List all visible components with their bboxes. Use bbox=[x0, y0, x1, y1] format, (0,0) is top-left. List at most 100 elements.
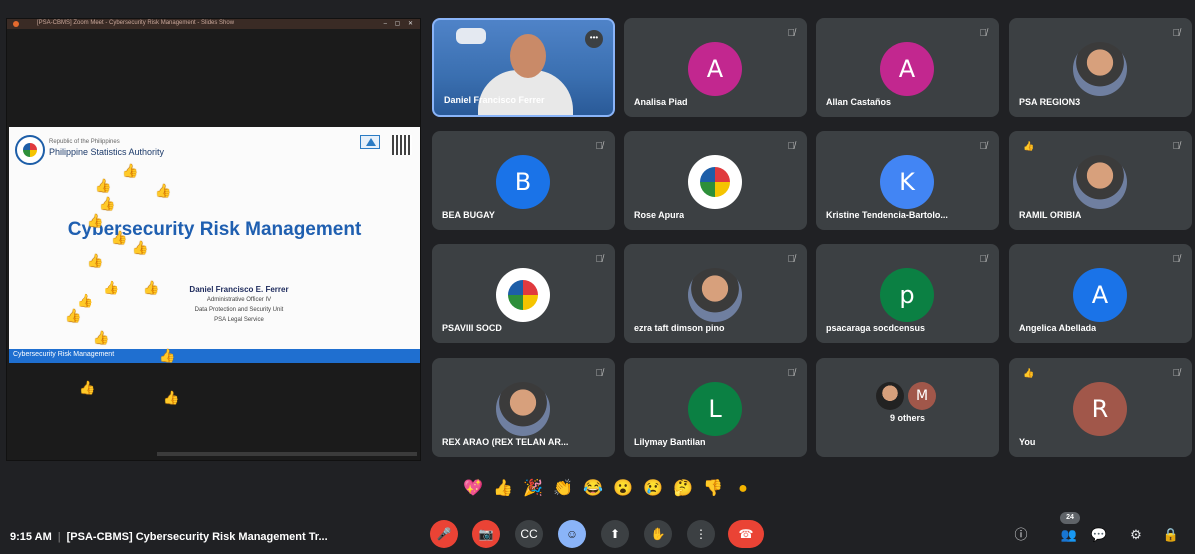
participant-tile[interactable]: p 🎙̸ psacaraga socdcensus bbox=[816, 244, 999, 343]
thumbs-up-reaction-icon: 👍 bbox=[111, 230, 128, 245]
participant-avatar: A bbox=[688, 42, 742, 96]
raised-hand-icon: 👍 bbox=[1023, 141, 1035, 151]
participant-tile[interactable]: R 🎙̸ 👍 You bbox=[1009, 358, 1192, 457]
tile-options-icon[interactable]: ••• bbox=[585, 30, 603, 48]
mic-off-icon: 🎙̸ bbox=[787, 254, 796, 265]
info-icon[interactable]: ⓘ bbox=[1010, 524, 1032, 546]
slide-footer: Cybersecurity Risk Management bbox=[9, 349, 420, 363]
participant-tile[interactable]: A 🎙̸ Allan Castaños bbox=[816, 18, 999, 117]
participant-tile[interactable]: A 🎙̸ Analisa Piad bbox=[624, 18, 807, 117]
end-call-icon[interactable]: ☎ bbox=[728, 520, 764, 548]
host-controls-icon[interactable]: 🔒 bbox=[1160, 524, 1182, 546]
presentation-window-bar: [PSA-CBMS] Zoom Meet - Cybersecurity Ris… bbox=[7, 19, 420, 29]
thumbs-up-reaction-icon: 👍 bbox=[99, 196, 116, 211]
captions-icon[interactable]: CC bbox=[515, 520, 543, 548]
participant-tile[interactable]: 🎙̸ REX ARAO (REX TELAN AR... bbox=[432, 358, 615, 457]
participant-tile[interactable]: 🎙̸ Rose Apura bbox=[624, 131, 807, 230]
reaction-emoji-icon[interactable]: 😮 bbox=[608, 477, 638, 501]
participant-name: Analisa Piad bbox=[634, 97, 688, 107]
participant-tile[interactable]: 🎙̸ PSA REGION3 bbox=[1009, 18, 1192, 117]
participant-tile[interactable]: 🎙̸ 👍 RAMIL ORIBIA bbox=[1009, 131, 1192, 230]
participant-name: Angelica Abellada bbox=[1019, 323, 1097, 333]
reaction-emoji-icon[interactable]: 👍 bbox=[488, 477, 518, 501]
slide-presenter: Daniel Francisco E. Ferrer bbox=[189, 285, 289, 294]
thumbs-up-reaction-icon: 👍 bbox=[159, 348, 176, 363]
thumbs-up-reaction-icon: 👍 bbox=[87, 253, 104, 268]
camera-off-icon[interactable]: 📷 bbox=[472, 520, 500, 548]
mic-off-icon: 🎙̸ bbox=[787, 368, 796, 379]
participant-name: Allan Castaños bbox=[826, 97, 892, 107]
thumbs-up-reaction-icon: 👍 bbox=[79, 380, 96, 395]
mic-off-icon: 🎙̸ bbox=[787, 141, 796, 152]
participant-name: 9 others bbox=[889, 413, 925, 423]
mic-off-icon: 🎙̸ bbox=[1172, 254, 1181, 265]
reaction-emoji-icon[interactable]: 👏 bbox=[548, 477, 578, 501]
participant-avatar: B bbox=[496, 155, 550, 209]
participant-tile[interactable]: A 🎙̸ Angelica Abellada bbox=[1009, 244, 1192, 343]
qr-code-icon bbox=[392, 135, 412, 155]
thumbs-up-reaction-icon: 👍 bbox=[155, 183, 172, 198]
slide-agency: Philippine Statistics Authority bbox=[49, 147, 165, 157]
participant-tile[interactable]: B 🎙̸ BEA BUGAY bbox=[432, 131, 615, 230]
participant-avatar: A bbox=[880, 42, 934, 96]
app-icon bbox=[13, 21, 19, 27]
participant-tile[interactable]: ••• Daniel Francisco Ferrer bbox=[432, 18, 615, 117]
mic-off-icon: 🎙̸ bbox=[595, 141, 604, 152]
participant-name: You bbox=[1019, 437, 1036, 447]
thumbs-up-reaction-icon: 👍 bbox=[122, 163, 139, 178]
mic-off-icon[interactable]: 🎤 bbox=[430, 520, 458, 548]
reaction-emoji-icon[interactable]: 🤔 bbox=[668, 477, 698, 501]
meeting-title: [PSA-CBMS] Cybersecurity Risk Management… bbox=[66, 531, 328, 543]
thumbs-up-reaction-icon: 👍 bbox=[93, 330, 110, 345]
chat-icon[interactable]: 💬 bbox=[1088, 524, 1110, 546]
reaction-emoji-icon[interactable]: 😂 bbox=[578, 477, 608, 501]
reaction-emoji-icon[interactable]: ● bbox=[728, 477, 758, 501]
more-options-icon[interactable]: ⋮ bbox=[687, 520, 715, 548]
thumbs-up-reaction-icon: 👍 bbox=[65, 308, 82, 323]
raise-hand-icon[interactable]: ✋ bbox=[644, 520, 672, 548]
participant-tile[interactable]: M 9 others bbox=[816, 358, 999, 457]
thumbs-up-reaction-icon: 👍 bbox=[95, 178, 112, 193]
people-icon[interactable]: 👥 bbox=[1058, 524, 1080, 546]
participant-name: PSA REGION3 bbox=[1019, 97, 1081, 107]
present-icon[interactable]: ⬆ bbox=[601, 520, 629, 548]
participant-avatar: A bbox=[1073, 268, 1127, 322]
participant-name: Kristine Tendencia-Bartolo... bbox=[826, 210, 948, 220]
emoji-icon[interactable]: ☺ bbox=[558, 520, 586, 548]
reaction-emoji-icon[interactable]: 💖 bbox=[458, 477, 488, 501]
participant-tile[interactable]: 🎙̸ PSAVIII SOCD bbox=[432, 244, 615, 343]
mic-off-icon: 🎙̸ bbox=[979, 141, 988, 152]
participant-name: Daniel Francisco Ferrer bbox=[444, 95, 545, 105]
mic-off-icon: 🎙̸ bbox=[979, 28, 988, 39]
slide-unit: Data Protection and Security Unit bbox=[194, 307, 284, 313]
activities-icon[interactable]: ⚙ bbox=[1125, 524, 1147, 546]
participant-tile[interactable]: K 🎙̸ Kristine Tendencia-Bartolo... bbox=[816, 131, 999, 230]
presentation-scrollbar[interactable] bbox=[157, 452, 417, 456]
reaction-emoji-icon[interactable]: 👎 bbox=[698, 477, 728, 501]
reactions-bar: 💖 👍 🎉 👏 😂 😮 😢 🤔 👎 ● bbox=[458, 477, 758, 501]
participant-tile[interactable]: L 🎙̸ Lilymay Bantilan bbox=[624, 358, 807, 457]
raised-hand-icon: 👍 bbox=[1023, 368, 1035, 378]
slide-service: PSA Legal Service bbox=[214, 317, 264, 323]
others-photo bbox=[876, 382, 904, 410]
participant-photo bbox=[1073, 155, 1127, 209]
reaction-emoji-icon[interactable]: 😢 bbox=[638, 477, 668, 501]
psa-logo-icon bbox=[688, 155, 742, 209]
participant-tile[interactable]: 🎙̸ ezra taft dimson pino bbox=[624, 244, 807, 343]
participant-name: PSAVIII SOCD bbox=[442, 323, 502, 333]
thumbs-up-reaction-icon: 👍 bbox=[87, 213, 104, 228]
window-controls-icon[interactable]: – ▢ ✕ bbox=[384, 20, 416, 27]
participant-name: REX ARAO (REX TELAN AR... bbox=[442, 437, 569, 447]
thumbs-up-reaction-icon: 👍 bbox=[143, 280, 160, 295]
meeting-details[interactable]: 9:15 AM | [PSA-CBMS] Cybersecurity Risk Ma… bbox=[10, 531, 328, 543]
mic-off-icon: 🎙̸ bbox=[595, 368, 604, 379]
mic-off-icon: 🎙̸ bbox=[1172, 368, 1181, 379]
reaction-emoji-icon[interactable]: 🎉 bbox=[518, 477, 548, 501]
thumbs-up-reaction-icon: 👍 bbox=[103, 280, 120, 295]
clock-time: 9:15 AM bbox=[10, 531, 52, 543]
participant-avatar: K bbox=[880, 155, 934, 209]
slide-title: Cybersecurity Risk Management bbox=[67, 219, 362, 240]
thumbs-up-reaction-icon: 👍 bbox=[77, 293, 94, 308]
meeting-toolbar: 9:15 AM | [PSA-CBMS] Cybersecurity Risk Ma… bbox=[0, 520, 1195, 554]
participant-name: ezra taft dimson pino bbox=[634, 323, 725, 333]
